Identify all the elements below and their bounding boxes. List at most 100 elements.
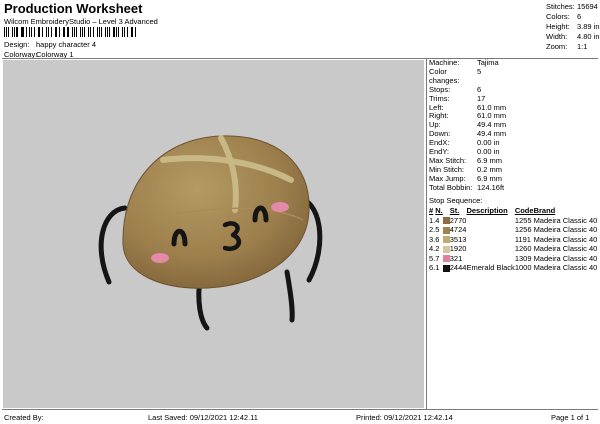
barcode-bar <box>81 27 83 37</box>
needle-number: 5 <box>435 225 440 235</box>
barcode-bar <box>76 27 77 37</box>
color-swatch-cell <box>442 263 450 273</box>
colors-value: 6 <box>577 12 582 21</box>
col-code: Code <box>514 206 534 216</box>
table-row: 1. 4 2770 1255 Madeira Classic 40 <box>429 216 597 226</box>
last-saved: Last Saved: 09/12/2021 12:42.11 <box>148 413 258 422</box>
left-arm <box>98 205 128 285</box>
column-divider <box>426 59 427 409</box>
stitch-count: 2444 <box>449 263 467 273</box>
design-preview <box>3 60 424 408</box>
zoom-value: 1:1 <box>577 42 588 51</box>
barcode-bar <box>106 27 108 37</box>
barcode-bar <box>13 27 15 37</box>
right-cheek <box>271 202 289 212</box>
page-number: Page 1 of 1 <box>551 413 590 422</box>
barcode-bar <box>46 27 48 37</box>
barcode-bar <box>109 27 111 37</box>
table-row: 5. 7 321 1309 Madeira Classic 40 <box>429 254 597 264</box>
design-label: Design: <box>4 40 30 49</box>
color-changes-label: Color changes: <box>429 66 460 85</box>
printed-date: Printed: 09/12/2021 12:42.14 <box>356 413 453 422</box>
thread-code: 1255 <box>514 215 532 225</box>
height-label: Height: <box>546 22 570 31</box>
right-leg <box>284 269 295 323</box>
software-subtitle: Wilcom EmbroideryStudio – Level 3 Advanc… <box>4 17 158 26</box>
barcode-bar <box>71 27 73 37</box>
needle-number: 2 <box>435 244 440 254</box>
barcode-bar <box>50 27 52 37</box>
color-swatch <box>442 245 450 253</box>
color-swatch-cell <box>442 216 450 226</box>
barcode-bar <box>4 27 5 37</box>
barcode-bar <box>39 27 40 37</box>
table-row: 3. 6 3513 1191 Madeira Classic 40 <box>429 235 597 245</box>
barcode-bar <box>73 27 75 37</box>
zoom-label: Zoom: <box>546 42 568 51</box>
thread-description <box>466 244 514 254</box>
thread-brand: Madeira Classic 40 <box>533 253 598 263</box>
thread-description <box>466 254 514 264</box>
thread-description <box>466 235 514 245</box>
total-bobbin-label: Total Bobbin: <box>429 182 473 192</box>
total-bobbin-value: 124.16ft <box>477 182 505 192</box>
colors-label: Colors: <box>546 12 570 21</box>
color-swatch <box>442 264 450 272</box>
thread-code: 1191 <box>514 234 531 244</box>
height-value: 3.89 in <box>577 22 600 31</box>
thread-brand: Madeira Classic 40 <box>533 263 598 273</box>
color-swatch <box>442 255 450 263</box>
bread-character-illustration <box>98 135 323 331</box>
stop-sequence-table: # N. St. Description Code Brand 1. 4 2770 1… <box>429 206 597 273</box>
color-swatch <box>442 226 450 234</box>
barcode-bar <box>16 27 18 37</box>
barcode-bar <box>25 27 27 37</box>
barcode-bar <box>30 27 32 37</box>
thread-code: 1260 <box>514 244 532 254</box>
needle-number: 1 <box>435 263 440 273</box>
thread-brand: Madeira Classic 40 <box>533 225 598 235</box>
barcode-bar <box>64 27 65 37</box>
barcode-bar <box>5 27 7 37</box>
color-changes-value: 5 <box>477 66 482 76</box>
barcode-bar <box>118 27 119 37</box>
stitch-count: 3513 <box>449 234 467 244</box>
barcode-bar <box>33 27 35 37</box>
footer-divider <box>2 409 598 410</box>
col-needle: N. <box>435 206 443 216</box>
barcode-bar <box>135 27 137 37</box>
color-swatch-cell <box>442 244 450 254</box>
barcode-bar <box>132 27 133 37</box>
summary-stats: Stitches: 15694 Colors: 6 Height: 3.89 in W… <box>546 2 600 52</box>
needle-number: 6 <box>435 234 440 244</box>
col-swatch <box>443 206 450 216</box>
barcode-bar <box>98 27 100 37</box>
design-value: happy character 4 <box>36 40 97 49</box>
barcode-bar <box>124 27 125 37</box>
barcode-bar <box>62 27 64 37</box>
stitch-count: 321 <box>449 253 463 263</box>
stop-sequence-title: Stop Sequence: <box>429 196 483 205</box>
barcode-bar <box>54 27 56 37</box>
barcode-bar <box>37 27 39 37</box>
left-cheek <box>151 253 169 263</box>
color-swatch-cell <box>442 235 450 245</box>
color-swatch-cell <box>442 254 450 264</box>
stitch-count: 4724 <box>449 225 467 235</box>
machine-info: Machine: Tajima Color changes: 5 Stops: 6 T… <box>429 58 506 193</box>
col-stitches: St. <box>449 206 460 216</box>
barcode-bar <box>121 27 124 37</box>
stitches-label: Stitches: <box>546 2 575 11</box>
barcode-bar <box>130 27 132 37</box>
barcode-bar <box>59 27 60 37</box>
created-by: Created By: <box>4 413 44 422</box>
stop-sequence-header: # N. St. Description Code Brand <box>429 206 597 216</box>
col-brand: Brand <box>533 206 556 216</box>
barcode-bar <box>29 27 30 37</box>
barcode <box>4 27 139 37</box>
header-divider <box>2 58 598 59</box>
barcode-bar <box>79 27 81 37</box>
table-row: 6. 1 2444 Emerald Black 1000 Madeira Classic … <box>429 263 597 273</box>
stitch-count: 1920 <box>449 244 467 254</box>
barcode-bar <box>66 27 69 37</box>
